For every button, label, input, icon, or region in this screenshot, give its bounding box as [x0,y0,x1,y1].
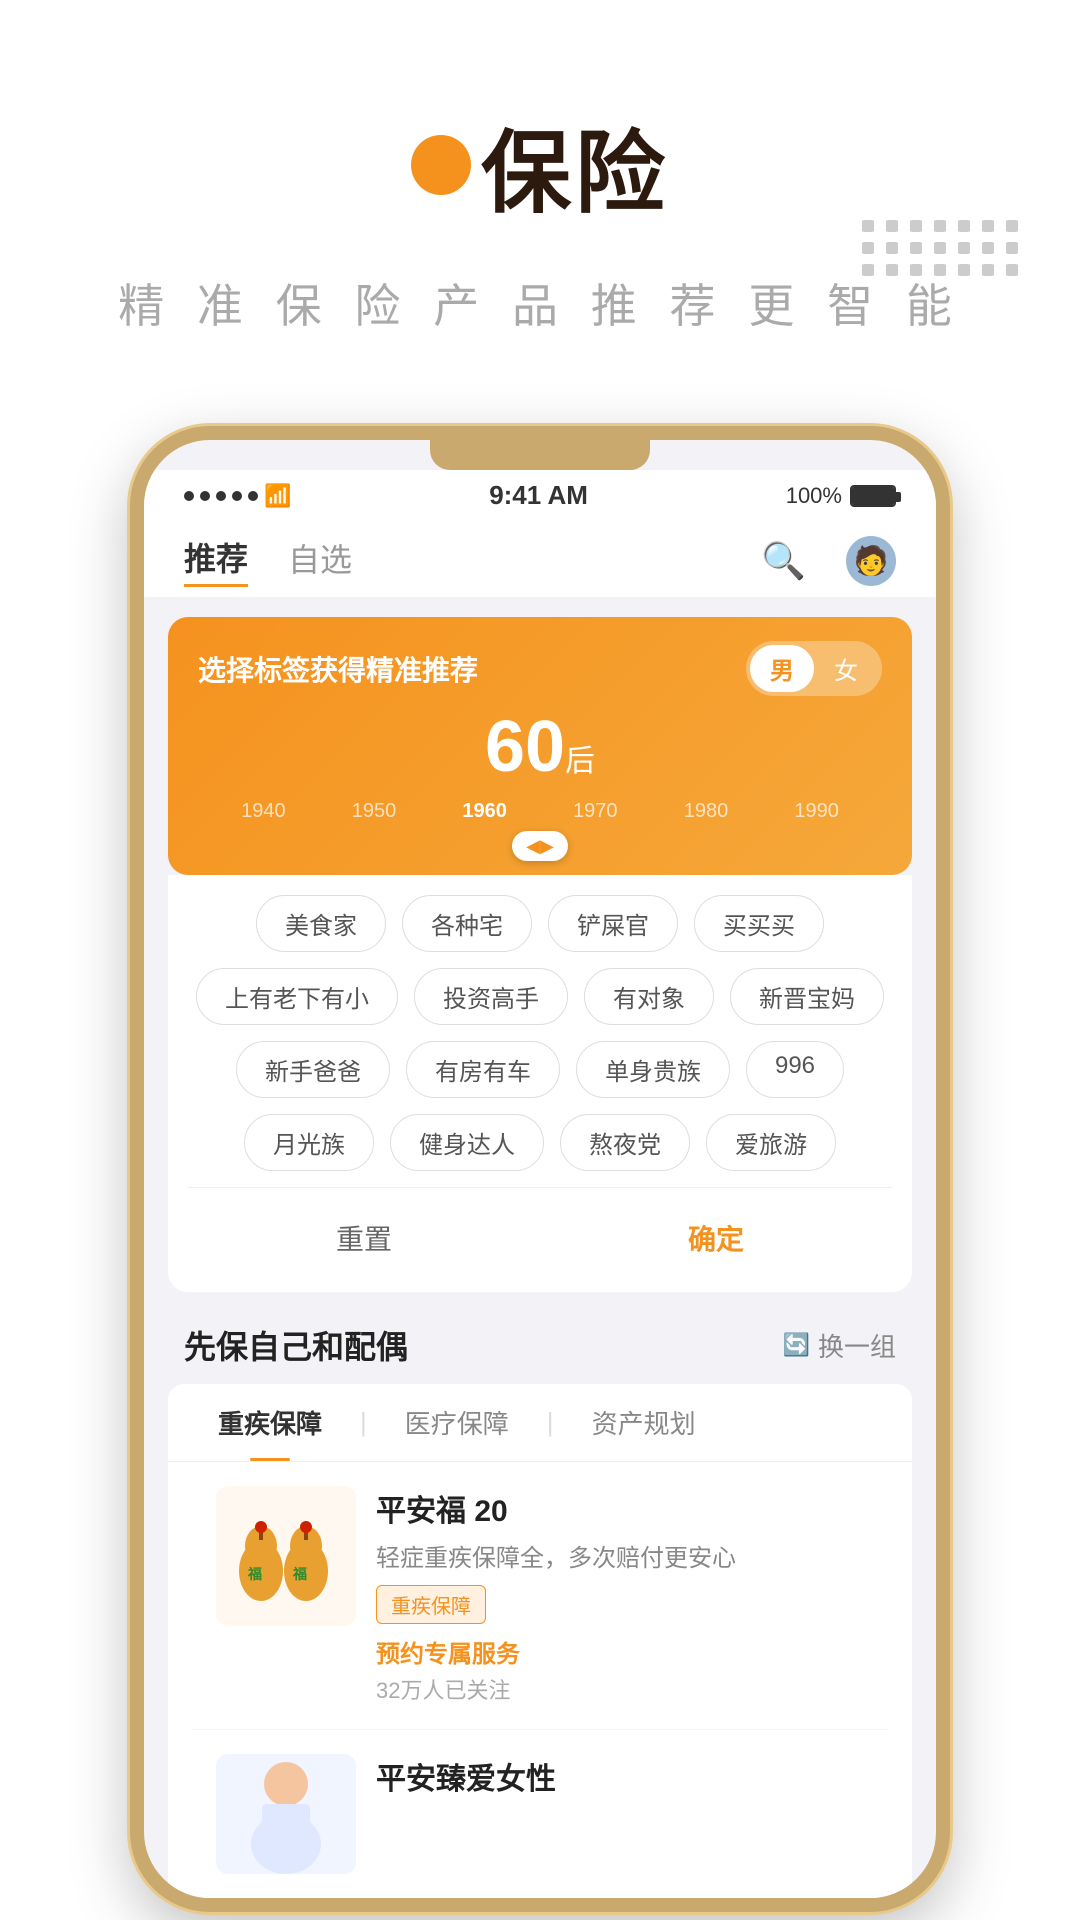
year-scale: 1940 1950 1960 1970 1980 1990 [198,792,882,831]
battery-icon [850,485,896,507]
status-left: 📶 [184,483,291,509]
year-1970: 1970 [573,800,618,823]
tag-健身达人[interactable]: 健身达人 [390,1114,544,1171]
product-cta-1[interactable]: 预约专属服务 [376,1634,864,1669]
tag-各种宅[interactable]: 各种宅 [402,895,532,952]
status-right: 100% [786,483,896,509]
reset-button[interactable]: 重置 [276,1208,452,1268]
tag-row-2: 上有老下有小 投资高手 有对象 新晋宝妈 [188,968,892,1025]
tag-爱旅游[interactable]: 爱旅游 [706,1114,836,1171]
section-title: 先保自己和配偶 [184,1322,408,1368]
tag-投资高手[interactable]: 投资高手 [414,968,568,1025]
tag-上有老下有小[interactable]: 上有老下有小 [196,968,398,1025]
phone-wrapper: 📶 9:41 AM 100% 推荐 自选 🔍 🧑 选择标签获得精准推荐 [0,426,1080,1912]
confirm-button[interactable]: 确定 [628,1208,804,1268]
wifi-icon: 📶 [264,483,291,509]
year-1950: 1950 [352,800,397,823]
person-illustration [216,1754,356,1874]
nav-bar: 推荐 自选 🔍 🧑 [144,516,936,597]
tag-月光族[interactable]: 月光族 [244,1114,374,1171]
year-1980: 1980 [684,800,729,823]
signal-dot-1 [184,491,194,501]
slider-btn[interactable]: ◀▶ [512,831,568,861]
product-info-2: 平安臻爱女性 [376,1754,864,1874]
product-desc-1: 轻症重疾保障全，多次赔付更安心 [376,1538,864,1573]
tab-critical-illness[interactable]: 重疾保障 [188,1384,352,1461]
brand-text: 保险 [481,100,669,230]
orange-card-title: 选择标签获得精准推荐 [198,649,478,689]
signal-dot-2 [200,491,210,501]
signal-dot-3 [216,491,226,501]
product-name-1: 平安福 20 [376,1486,864,1530]
svg-text:福: 福 [292,1566,307,1582]
product-info-1: 平安福 20 轻症重疾保障全，多次赔付更安心 重疾保障 预约专属服务 32万人已… [376,1486,864,1705]
signal-dot-5 [248,491,258,501]
product-badge-1: 重疾保障 [376,1585,486,1624]
year-1960: 1960 [462,800,507,823]
battery-fill [852,487,894,505]
brand-title: 保险 [411,100,669,230]
product-follow-1: 32万人已关注 [376,1673,864,1705]
gender-male-btn[interactable]: 男 [750,645,814,692]
orange-card: 选择标签获得精准推荐 男 女 60后 1940 1950 1960 1970 1… [168,617,912,875]
slider-handle[interactable]: ◀▶ [198,831,882,875]
status-time: 9:41 AM [489,480,588,511]
tag-铲屎官[interactable]: 铲屎官 [548,895,678,952]
slider-arrows-icon: ◀▶ [526,836,554,857]
tag-买买买[interactable]: 买买买 [694,895,824,952]
change-group-button[interactable]: 🔄 换一组 [783,1327,896,1364]
product-tabs-wrap: 重疾保障 | 医疗保障 | 资产规划 福 [168,1384,912,1898]
change-group-label: 换一组 [818,1327,896,1364]
nav-tab-custom[interactable]: 自选 [288,535,352,587]
orange-card-header: 选择标签获得精准推荐 男 女 [198,641,882,696]
top-section: 保险 精 准 保 险 产 品 推 荐 更 智 能 [0,0,1080,366]
product-img-2 [216,1754,356,1874]
year-1990: 1990 [794,800,839,823]
tag-单身贵族[interactable]: 单身贵族 [576,1041,730,1098]
status-bar: 📶 9:41 AM 100% [144,470,936,516]
tag-美食家[interactable]: 美食家 [256,895,386,952]
refresh-icon: 🔄 [783,1332,810,1358]
tags-section: 美食家 各种宅 铲屎官 买买买 上有老下有小 投资高手 有对象 新晋宝妈 新手爸… [168,875,912,1292]
avatar[interactable]: 🧑 [846,536,896,586]
tag-有对象[interactable]: 有对象 [584,968,714,1025]
svg-text:福: 福 [247,1566,262,1582]
product-card-1: 福 福 平安福 20 轻症重疾保障全，多次赔付更安心 [192,1462,888,1729]
tab-medical[interactable]: 医疗保障 [375,1384,539,1461]
gender-toggle[interactable]: 男 女 [746,641,882,696]
product-illustration-1: 福 福 [226,1491,346,1621]
phone-frame: 📶 9:41 AM 100% 推荐 自选 🔍 🧑 选择标签获得精准推荐 [130,426,950,1912]
tab-divider-2: | [547,1407,554,1438]
tag-row-1: 美食家 各种宅 铲屎官 买买买 [188,895,892,952]
age-display: 60后 [198,706,882,788]
tag-熬夜党[interactable]: 熬夜党 [560,1114,690,1171]
tag-996[interactable]: 996 [746,1041,844,1098]
battery-percent: 100% [786,483,842,509]
tag-row-3: 新手爸爸 有房有车 单身贵族 996 [188,1041,892,1098]
dot-grid [862,220,1020,276]
brand-subtitle: 精 准 保 险 产 品 推 荐 更 智 能 [118,270,962,336]
product-card-2: 平安臻爱女性 [192,1729,888,1898]
tab-asset[interactable]: 资产规划 [562,1384,726,1461]
product-img-1: 福 福 [216,1486,356,1626]
tag-新晋宝妈[interactable]: 新晋宝妈 [730,968,884,1025]
phone-notch [430,440,650,470]
tab-divider-1: | [360,1407,367,1438]
nav-tab-recommend[interactable]: 推荐 [184,534,248,587]
product-tabs: 重疾保障 | 医疗保障 | 资产规划 [168,1384,912,1462]
search-icon[interactable]: 🔍 [761,540,806,582]
gender-female-btn[interactable]: 女 [814,645,878,692]
action-row: 重置 确定 [188,1187,892,1292]
tag-row-4: 月光族 健身达人 熬夜党 爱旅游 [188,1114,892,1171]
section-header: 先保自己和配偶 🔄 换一组 [144,1292,936,1384]
tag-有房有车[interactable]: 有房有车 [406,1041,560,1098]
product-name-2: 平安臻爱女性 [376,1754,864,1798]
signal-dot-4 [232,491,242,501]
age-number: 60 [485,707,565,787]
tag-新手爸爸[interactable]: 新手爸爸 [236,1041,390,1098]
age-suffix: 后 [565,745,595,778]
year-1940: 1940 [241,800,286,823]
brand-dot [411,135,471,195]
